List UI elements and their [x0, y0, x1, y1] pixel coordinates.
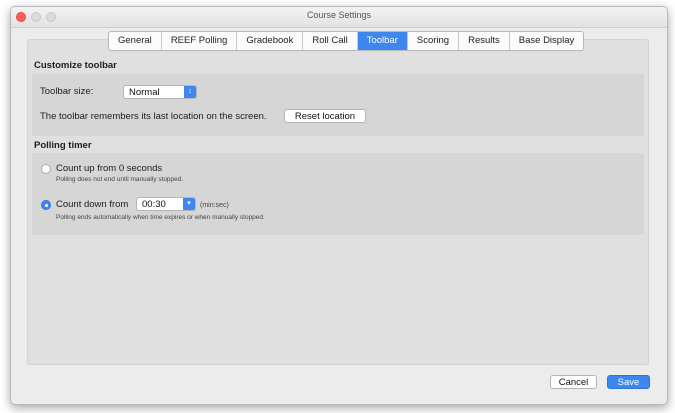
count-up-hint: Polling does not end until manually stop…: [56, 176, 184, 183]
chevron-down-icon: ▾: [183, 198, 195, 210]
toolbar-size-value: Normal: [129, 87, 160, 98]
tab-results[interactable]: Results: [459, 32, 510, 50]
course-settings-window: Course Settings Customize toolbar Toolba…: [10, 6, 668, 405]
count-down-radio[interactable]: [41, 200, 51, 210]
tab-gradebook[interactable]: Gradebook: [237, 32, 304, 50]
count-down-label[interactable]: Count down from: [56, 199, 128, 210]
reset-location-button[interactable]: Reset location: [284, 109, 366, 123]
settings-panel: Customize toolbar Toolbar size: Normal ↕…: [27, 39, 649, 365]
toolbar-location-text: The toolbar remembers its last location …: [40, 111, 267, 122]
count-down-hint: Polling ends automatically when time exp…: [56, 214, 265, 221]
tab-base-display[interactable]: Base Display: [510, 32, 583, 50]
tab-roll-call[interactable]: Roll Call: [303, 32, 358, 50]
tab-toolbar[interactable]: Toolbar: [357, 32, 408, 50]
tab-general[interactable]: General: [109, 32, 162, 50]
tab-reef-polling[interactable]: REEF Polling: [162, 32, 238, 50]
settings-tabs: General REEF Polling Gradebook Roll Call…: [108, 31, 585, 51]
count-down-time-value: 00:30: [142, 199, 166, 210]
count-up-radio[interactable]: [41, 164, 51, 174]
toolbar-size-select[interactable]: Normal ↕: [123, 85, 197, 99]
count-down-time-field[interactable]: 00:30 ▾: [136, 197, 196, 211]
polling-timer-title: Polling timer: [34, 140, 92, 151]
customize-toolbar-title: Customize toolbar: [34, 60, 117, 71]
count-up-label[interactable]: Count up from 0 seconds: [56, 163, 162, 174]
customize-toolbar-group: Toolbar size: Normal ↕ The toolbar remem…: [32, 74, 644, 136]
titlebar: Course Settings: [11, 7, 667, 28]
polling-timer-group: Count up from 0 seconds Polling does not…: [32, 153, 644, 235]
cancel-button[interactable]: Cancel: [550, 375, 597, 389]
window-title: Course Settings: [306, 10, 372, 20]
toolbar-size-label: Toolbar size:: [40, 86, 94, 97]
chevron-updown-icon: ↕: [184, 86, 196, 98]
count-down-unit: (min:sec): [200, 202, 229, 209]
save-button[interactable]: Save: [607, 375, 650, 389]
tab-scoring[interactable]: Scoring: [408, 32, 460, 50]
